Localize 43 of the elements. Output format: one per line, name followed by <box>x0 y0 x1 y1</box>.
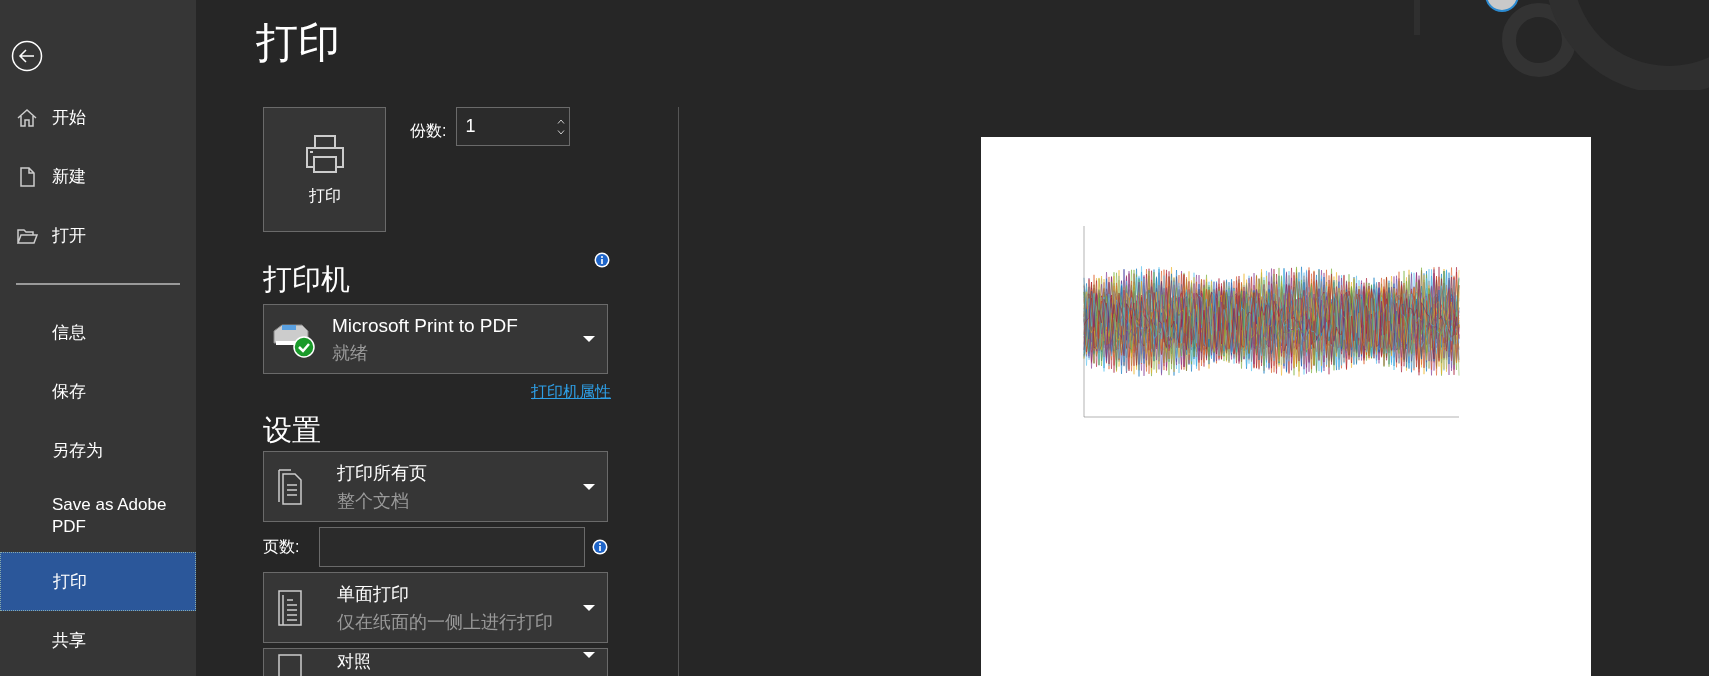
dropdown-subtitle: 整个文档 <box>337 489 410 513</box>
nav-item[interactable]: 开始 <box>0 88 196 147</box>
pages-input-field[interactable] <box>319 527 585 567</box>
dropdown-title: 打印所有页 <box>337 461 428 485</box>
page-title: 打印 <box>256 22 340 64</box>
document-icon <box>277 466 303 507</box>
dropdown-title: 对照 <box>337 652 372 672</box>
increment-icon[interactable] <box>557 118 566 124</box>
nav-item[interactable]: 保存 <box>0 362 196 421</box>
document-icon <box>277 587 303 628</box>
nav-item[interactable]: Save as Adobe PDF <box>0 480 196 552</box>
nav-item[interactable]: 另存为 <box>0 421 196 480</box>
nav-item[interactable]: 打开 <box>0 206 196 265</box>
nav-item[interactable]: 共享 <box>0 611 196 670</box>
printer-dropdown[interactable]: Microsoft Print to PDF 就绪 <box>263 304 608 374</box>
printer-properties-link[interactable]: 打印机属性 <box>531 380 611 404</box>
printer-status: 就绪 <box>332 342 369 365</box>
copies-label: 份数: <box>410 121 447 141</box>
printer-name: Microsoft Print to PDF <box>332 314 519 338</box>
nav-label: 打开 <box>52 224 86 247</box>
dropdown-arrow-icon <box>583 483 595 490</box>
nav-item[interactable]: 打印 <box>0 552 196 611</box>
back-icon[interactable] <box>11 40 43 72</box>
print-button[interactable]: 打印 <box>263 107 386 232</box>
nav-item[interactable]: 新建 <box>0 147 196 206</box>
info-icon[interactable] <box>592 539 608 555</box>
nav-label: 新建 <box>52 165 86 188</box>
dropdown[interactable]: 对照 <box>263 648 608 676</box>
dropdown-arrow-icon <box>583 604 595 611</box>
pages-label: 页数: <box>263 537 301 557</box>
printer-heading: 打印机 <box>263 265 350 294</box>
info-icon[interactable] <box>594 252 610 268</box>
copies-spinner[interactable]: 1 <box>456 107 571 146</box>
nav-label: 开始 <box>52 106 86 129</box>
dropdown-subtitle: 仅在纸面的一侧上进行打印 <box>337 610 554 634</box>
dropdown-arrow-icon <box>583 652 595 658</box>
dropdown-title: 单面打印 <box>337 582 410 606</box>
nav-item[interactable]: 信息 <box>0 303 196 362</box>
decrement-icon[interactable] <box>557 129 566 135</box>
dropdown[interactable]: 单面打印 仅在纸面的一侧上进行打印 <box>263 572 608 643</box>
dropdown-arrow-icon <box>583 336 595 342</box>
dropdown[interactable]: 打印所有页 整个文档 <box>263 451 608 522</box>
settings-heading: 设置 <box>263 416 322 445</box>
